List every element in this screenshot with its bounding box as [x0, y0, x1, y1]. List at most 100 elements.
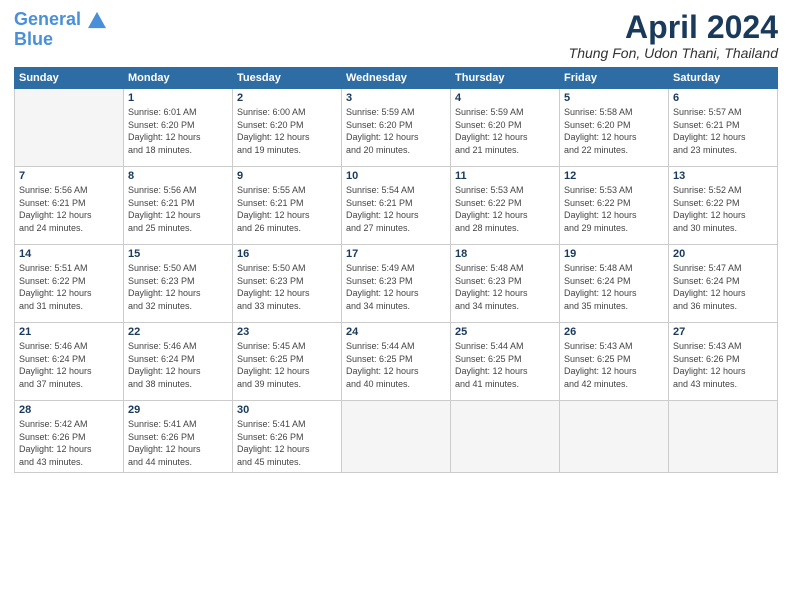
day-info: Sunrise: 5:53 AMSunset: 6:22 PMDaylight:…	[564, 184, 664, 234]
day-number: 28	[19, 404, 119, 416]
day-number: 14	[19, 248, 119, 260]
day-number: 7	[19, 170, 119, 182]
calendar-week-row: 14 Sunrise: 5:51 AMSunset: 6:22 PMDaylig…	[15, 245, 778, 323]
day-info: Sunrise: 5:56 AMSunset: 6:21 PMDaylight:…	[128, 184, 228, 234]
weekday-header-wednesday: Wednesday	[342, 68, 451, 89]
calendar-week-row: 7 Sunrise: 5:56 AMSunset: 6:21 PMDayligh…	[15, 167, 778, 245]
day-number: 16	[237, 248, 337, 260]
logo-blue: Blue	[14, 30, 106, 48]
day-info: Sunrise: 5:42 AMSunset: 6:26 PMDaylight:…	[19, 418, 119, 468]
calendar-cell: 3 Sunrise: 5:59 AMSunset: 6:20 PMDayligh…	[342, 89, 451, 167]
day-info: Sunrise: 5:43 AMSunset: 6:25 PMDaylight:…	[564, 340, 664, 390]
calendar-cell: 19 Sunrise: 5:48 AMSunset: 6:24 PMDaylig…	[560, 245, 669, 323]
weekday-header-sunday: Sunday	[15, 68, 124, 89]
day-number: 12	[564, 170, 664, 182]
calendar-cell: 7 Sunrise: 5:56 AMSunset: 6:21 PMDayligh…	[15, 167, 124, 245]
calendar-cell	[15, 89, 124, 167]
day-info: Sunrise: 5:57 AMSunset: 6:21 PMDaylight:…	[673, 106, 773, 156]
day-number: 20	[673, 248, 773, 260]
calendar-cell: 9 Sunrise: 5:55 AMSunset: 6:21 PMDayligh…	[233, 167, 342, 245]
weekday-header-monday: Monday	[124, 68, 233, 89]
day-info: Sunrise: 5:41 AMSunset: 6:26 PMDaylight:…	[128, 418, 228, 468]
calendar-cell: 5 Sunrise: 5:58 AMSunset: 6:20 PMDayligh…	[560, 89, 669, 167]
day-number: 17	[346, 248, 446, 260]
day-number: 2	[237, 92, 337, 104]
calendar-cell: 11 Sunrise: 5:53 AMSunset: 6:22 PMDaylig…	[451, 167, 560, 245]
day-number: 8	[128, 170, 228, 182]
calendar-cell: 27 Sunrise: 5:43 AMSunset: 6:26 PMDaylig…	[669, 323, 778, 401]
calendar-week-row: 21 Sunrise: 5:46 AMSunset: 6:24 PMDaylig…	[15, 323, 778, 401]
calendar-cell	[342, 401, 451, 472]
calendar-week-row: 1 Sunrise: 6:01 AMSunset: 6:20 PMDayligh…	[15, 89, 778, 167]
day-info: Sunrise: 5:46 AMSunset: 6:24 PMDaylight:…	[128, 340, 228, 390]
logo-general: General	[14, 9, 81, 29]
day-number: 6	[673, 92, 773, 104]
day-number: 4	[455, 92, 555, 104]
day-info: Sunrise: 5:50 AMSunset: 6:23 PMDaylight:…	[237, 262, 337, 312]
day-info: Sunrise: 5:44 AMSunset: 6:25 PMDaylight:…	[455, 340, 555, 390]
logo: General Blue	[14, 10, 106, 48]
day-info: Sunrise: 5:47 AMSunset: 6:24 PMDaylight:…	[673, 262, 773, 312]
day-info: Sunrise: 5:58 AMSunset: 6:20 PMDaylight:…	[564, 106, 664, 156]
day-number: 27	[673, 326, 773, 338]
logo-icon	[88, 11, 106, 29]
day-info: Sunrise: 6:00 AMSunset: 6:20 PMDaylight:…	[237, 106, 337, 156]
calendar-cell: 2 Sunrise: 6:00 AMSunset: 6:20 PMDayligh…	[233, 89, 342, 167]
day-info: Sunrise: 5:59 AMSunset: 6:20 PMDaylight:…	[455, 106, 555, 156]
day-number: 30	[237, 404, 337, 416]
day-number: 3	[346, 92, 446, 104]
weekday-header-thursday: Thursday	[451, 68, 560, 89]
day-info: Sunrise: 5:48 AMSunset: 6:23 PMDaylight:…	[455, 262, 555, 312]
day-number: 23	[237, 326, 337, 338]
day-number: 10	[346, 170, 446, 182]
calendar-cell: 4 Sunrise: 5:59 AMSunset: 6:20 PMDayligh…	[451, 89, 560, 167]
day-number: 26	[564, 326, 664, 338]
weekday-header-tuesday: Tuesday	[233, 68, 342, 89]
day-number: 11	[455, 170, 555, 182]
calendar-table: SundayMondayTuesdayWednesdayThursdayFrid…	[14, 67, 778, 472]
day-number: 13	[673, 170, 773, 182]
calendar-cell: 1 Sunrise: 6:01 AMSunset: 6:20 PMDayligh…	[124, 89, 233, 167]
calendar-cell: 26 Sunrise: 5:43 AMSunset: 6:25 PMDaylig…	[560, 323, 669, 401]
calendar-cell: 24 Sunrise: 5:44 AMSunset: 6:25 PMDaylig…	[342, 323, 451, 401]
calendar-cell: 28 Sunrise: 5:42 AMSunset: 6:26 PMDaylig…	[15, 401, 124, 472]
day-info: Sunrise: 5:43 AMSunset: 6:26 PMDaylight:…	[673, 340, 773, 390]
logo-text: General	[14, 10, 106, 30]
calendar-cell: 6 Sunrise: 5:57 AMSunset: 6:21 PMDayligh…	[669, 89, 778, 167]
calendar-cell: 18 Sunrise: 5:48 AMSunset: 6:23 PMDaylig…	[451, 245, 560, 323]
calendar-cell: 20 Sunrise: 5:47 AMSunset: 6:24 PMDaylig…	[669, 245, 778, 323]
weekday-header-row: SundayMondayTuesdayWednesdayThursdayFrid…	[15, 68, 778, 89]
calendar-cell: 16 Sunrise: 5:50 AMSunset: 6:23 PMDaylig…	[233, 245, 342, 323]
calendar-cell	[451, 401, 560, 472]
day-info: Sunrise: 5:45 AMSunset: 6:25 PMDaylight:…	[237, 340, 337, 390]
day-number: 22	[128, 326, 228, 338]
calendar-cell: 21 Sunrise: 5:46 AMSunset: 6:24 PMDaylig…	[15, 323, 124, 401]
day-info: Sunrise: 5:51 AMSunset: 6:22 PMDaylight:…	[19, 262, 119, 312]
calendar-cell: 17 Sunrise: 5:49 AMSunset: 6:23 PMDaylig…	[342, 245, 451, 323]
day-info: Sunrise: 5:59 AMSunset: 6:20 PMDaylight:…	[346, 106, 446, 156]
calendar-cell	[669, 401, 778, 472]
day-number: 19	[564, 248, 664, 260]
day-info: Sunrise: 5:53 AMSunset: 6:22 PMDaylight:…	[455, 184, 555, 234]
day-info: Sunrise: 5:46 AMSunset: 6:24 PMDaylight:…	[19, 340, 119, 390]
calendar-cell: 12 Sunrise: 5:53 AMSunset: 6:22 PMDaylig…	[560, 167, 669, 245]
day-number: 21	[19, 326, 119, 338]
day-number: 29	[128, 404, 228, 416]
day-info: Sunrise: 5:52 AMSunset: 6:22 PMDaylight:…	[673, 184, 773, 234]
month-title: April 2024	[569, 10, 778, 45]
day-number: 9	[237, 170, 337, 182]
calendar-cell: 29 Sunrise: 5:41 AMSunset: 6:26 PMDaylig…	[124, 401, 233, 472]
weekday-header-friday: Friday	[560, 68, 669, 89]
title-block: April 2024 Thung Fon, Udon Thani, Thaila…	[569, 10, 778, 61]
day-info: Sunrise: 5:54 AMSunset: 6:21 PMDaylight:…	[346, 184, 446, 234]
header: General Blue April 2024 Thung Fon, Udon …	[14, 10, 778, 61]
day-info: Sunrise: 5:44 AMSunset: 6:25 PMDaylight:…	[346, 340, 446, 390]
calendar-cell: 13 Sunrise: 5:52 AMSunset: 6:22 PMDaylig…	[669, 167, 778, 245]
day-info: Sunrise: 5:56 AMSunset: 6:21 PMDaylight:…	[19, 184, 119, 234]
main-container: General Blue April 2024 Thung Fon, Udon …	[0, 0, 792, 483]
day-number: 15	[128, 248, 228, 260]
calendar-cell: 10 Sunrise: 5:54 AMSunset: 6:21 PMDaylig…	[342, 167, 451, 245]
day-info: Sunrise: 5:50 AMSunset: 6:23 PMDaylight:…	[128, 262, 228, 312]
calendar-cell: 23 Sunrise: 5:45 AMSunset: 6:25 PMDaylig…	[233, 323, 342, 401]
calendar-cell	[560, 401, 669, 472]
